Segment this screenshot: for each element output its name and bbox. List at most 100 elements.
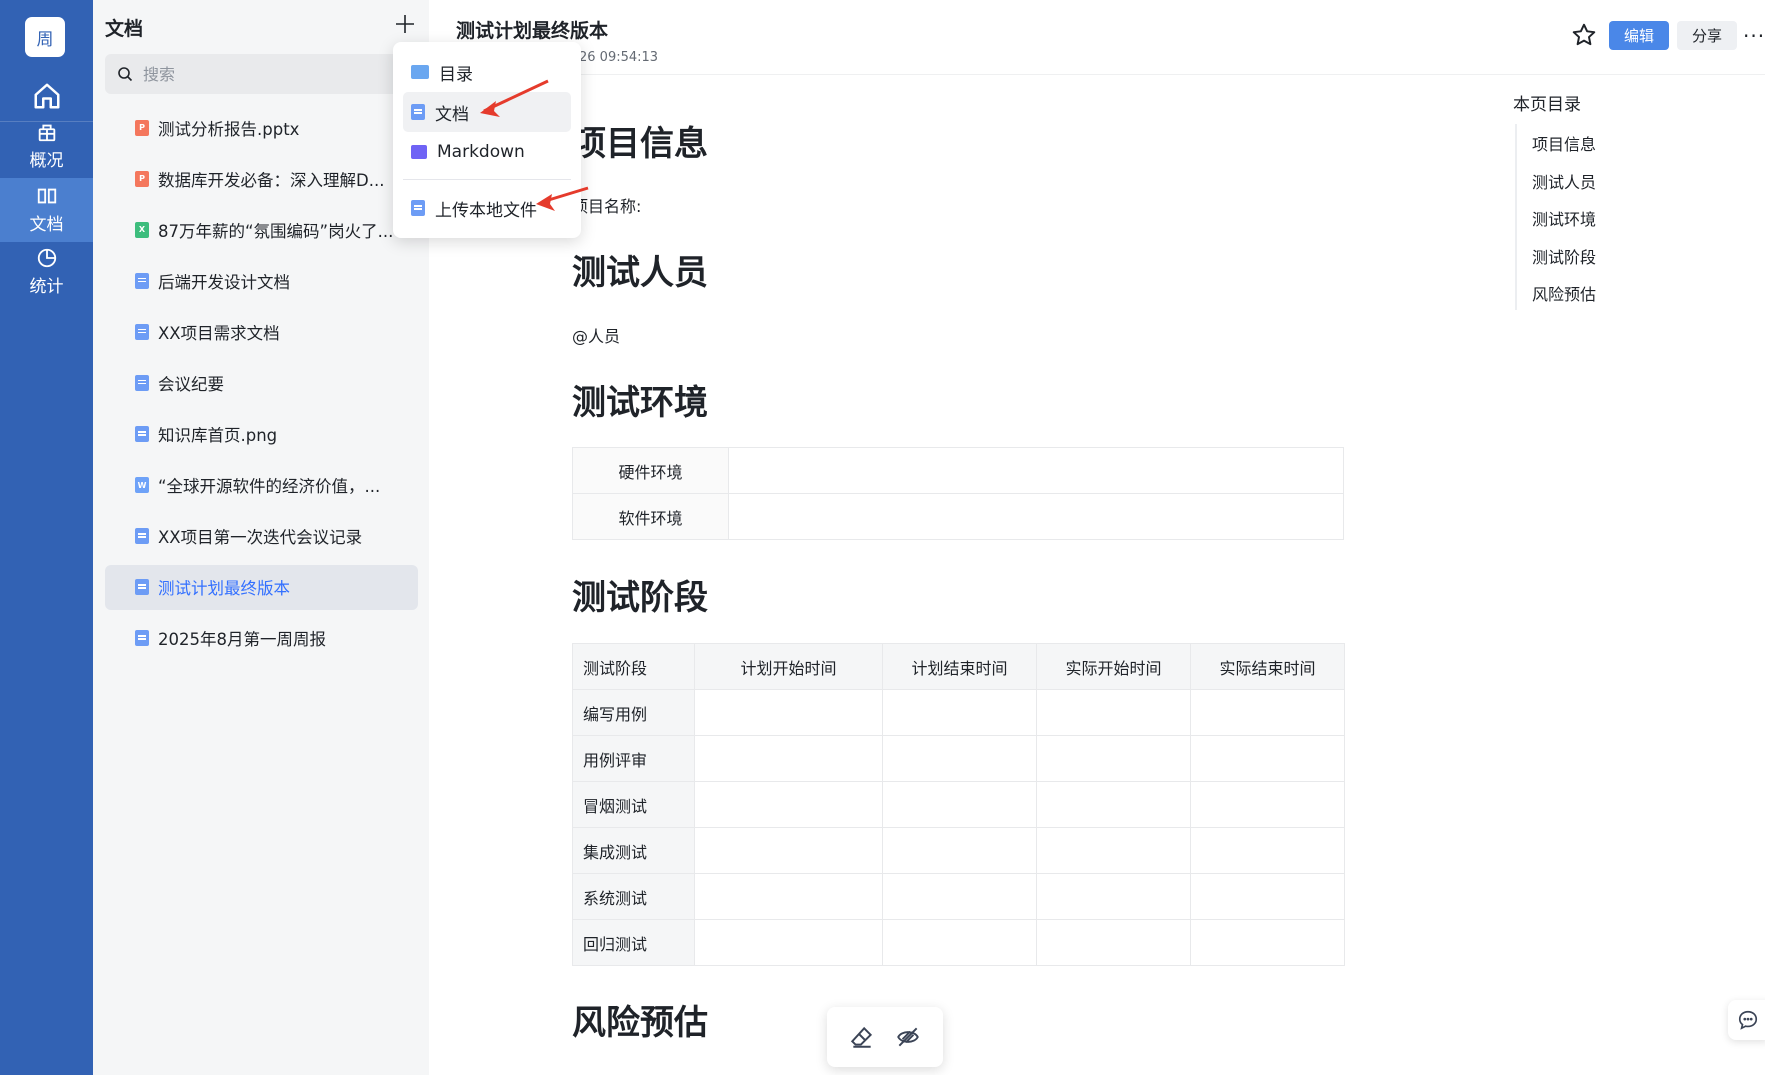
doc-item[interactable]: 后端开发设计文档 (105, 258, 418, 303)
table-cell[interactable] (882, 919, 1037, 966)
doc-item[interactable]: P 数据库开发必备：深入理解D... (105, 156, 418, 201)
table-cell[interactable]: 用例评审 (572, 735, 695, 782)
table-row: 系统测试 (572, 873, 1345, 920)
edit-button[interactable]: 编辑 (1609, 21, 1669, 50)
doc-file-icon (135, 579, 149, 596)
toc-item[interactable]: 测试环境 (1532, 206, 1596, 230)
search-icon (118, 67, 133, 82)
toc-item[interactable]: 测试人员 (1532, 169, 1596, 193)
table-cell[interactable] (1036, 689, 1191, 736)
heading-environment: 测试环境 (572, 383, 708, 423)
table-header-cell[interactable]: 测试阶段 (572, 643, 695, 690)
hide-annotations-icon[interactable] (894, 1024, 922, 1050)
nav-rail: 周 概况 文档 统计 (0, 0, 93, 1075)
table-cell[interactable]: 系统测试 (572, 873, 695, 920)
toc-item[interactable]: 测试阶段 (1532, 244, 1596, 268)
doc-main: 测试计划最终版本 26 09:54:13 编辑 分享 ··· 项目信息 项目名称… (429, 0, 1765, 1075)
table-cell[interactable]: 回归测试 (572, 919, 695, 966)
doc-file-icon (135, 272, 149, 289)
annotation-arrow (480, 79, 549, 117)
more-icon[interactable]: ··· (1743, 24, 1765, 48)
avatar[interactable]: 周 (25, 17, 65, 57)
table-header-cell[interactable]: 实际开始时间 (1036, 643, 1191, 690)
menu-item-markdown[interactable]: Markdown (403, 132, 571, 172)
star-icon[interactable] (1571, 22, 1597, 48)
search-input[interactable] (143, 64, 373, 84)
doc-item-active[interactable]: 测试计划最终版本 (105, 564, 418, 610)
rail-item-stats[interactable]: 统计 (0, 240, 93, 304)
doc-item[interactable]: XX项目需求文档 (105, 309, 418, 354)
table-header-cell[interactable]: 计划结束时间 (882, 643, 1037, 690)
table-cell[interactable] (1190, 781, 1345, 828)
eraser-icon[interactable] (849, 1024, 875, 1050)
comment-button[interactable] (1728, 1000, 1765, 1040)
table-cell[interactable] (1036, 827, 1191, 874)
toc-rail (1515, 124, 1517, 310)
table-cell[interactable] (1190, 919, 1345, 966)
table-cell[interactable] (694, 873, 883, 920)
toc-item[interactable]: 项目信息 (1532, 131, 1596, 155)
table-cell[interactable] (882, 735, 1037, 782)
doc-file-icon (135, 374, 149, 391)
doc-title: 测试计划最终版本 (456, 20, 609, 42)
table-cell[interactable] (1190, 873, 1345, 920)
doc-list: P 测试分析报告.pptx P 数据库开发必备：深入理解D... X 87万年薪的“氛… (105, 105, 418, 667)
table-cell[interactable] (1036, 735, 1191, 782)
heading-risk: 风险预估 (572, 1003, 708, 1043)
doc-item[interactable]: 2025年8月第一周周报 (105, 616, 418, 661)
doc-label: 后端开发设计文档 (158, 272, 290, 292)
doc-label: 测试分析报告.pptx (158, 119, 300, 139)
table-cell[interactable] (728, 447, 1344, 494)
table-cell[interactable] (882, 827, 1037, 874)
doc-item[interactable]: X 87万年薪的“氛围编码”岗火了... (105, 207, 418, 252)
upload-doc-icon (411, 200, 425, 216)
menu-label: Markdown (437, 142, 525, 162)
doc-item[interactable]: 知识库首页.png (105, 412, 418, 457)
table-cell[interactable] (1190, 735, 1345, 782)
doc-label: 会议纪要 (158, 374, 224, 394)
table-cell[interactable] (694, 689, 883, 736)
table-row: 集成测试 (572, 827, 1345, 874)
table-cell[interactable] (882, 689, 1037, 736)
table-cell[interactable]: 硬件环境 (572, 447, 729, 494)
table-row: 用例评审 (572, 735, 1345, 782)
annotation-arrow (536, 186, 589, 211)
table-cell[interactable] (882, 873, 1037, 920)
doc-item[interactable]: XX项目第一次迭代会议记录 (105, 514, 418, 559)
table-cell[interactable] (694, 919, 883, 966)
table-row: 硬件环境 (572, 447, 1344, 494)
table-cell[interactable] (728, 493, 1344, 540)
table-cell[interactable]: 软件环境 (572, 493, 729, 540)
table-cell[interactable] (694, 827, 883, 874)
table-cell[interactable] (1190, 827, 1345, 874)
chat-bubble-icon (1738, 1010, 1758, 1030)
doc-label: 测试计划最终版本 (158, 579, 290, 599)
add-button[interactable] (391, 10, 419, 38)
table-cell[interactable] (1190, 689, 1345, 736)
table-cell[interactable] (1036, 919, 1191, 966)
heading-stages: 测试阶段 (572, 578, 708, 618)
table-cell[interactable] (1036, 873, 1191, 920)
share-button[interactable]: 分享 (1677, 21, 1737, 50)
table-header-row: 测试阶段 计划开始时间 计划结束时间 实际开始时间 实际结束时间 (572, 643, 1345, 690)
doc-item[interactable]: 会议纪要 (105, 360, 418, 405)
doc-item[interactable]: P 测试分析报告.pptx (105, 105, 418, 150)
table-cell[interactable] (882, 781, 1037, 828)
doc-label: XX项目需求文档 (158, 323, 280, 343)
rail-item-overview[interactable]: 概况 (0, 114, 93, 178)
table-cell[interactable]: 编写用例 (572, 689, 695, 736)
toc-item[interactable]: 风险预估 (1532, 281, 1596, 305)
table-cell[interactable] (1036, 781, 1191, 828)
table-header-cell[interactable]: 实际结束时间 (1190, 643, 1345, 690)
doc-item[interactable]: W “全球开源软件的经济价值，... (105, 463, 418, 508)
table-cell[interactable] (694, 735, 883, 782)
table-cell[interactable]: 冒烟测试 (572, 781, 695, 828)
sidebar-title: 文档 (105, 18, 144, 40)
rail-item-docs[interactable]: 文档 (0, 178, 93, 242)
table-cell[interactable]: 集成测试 (572, 827, 695, 874)
heading-testers: 测试人员 (572, 253, 708, 293)
table-cell[interactable] (694, 781, 883, 828)
home-icon (34, 83, 59, 108)
table-header-cell[interactable]: 计划开始时间 (694, 643, 883, 690)
search-box[interactable] (105, 54, 405, 94)
